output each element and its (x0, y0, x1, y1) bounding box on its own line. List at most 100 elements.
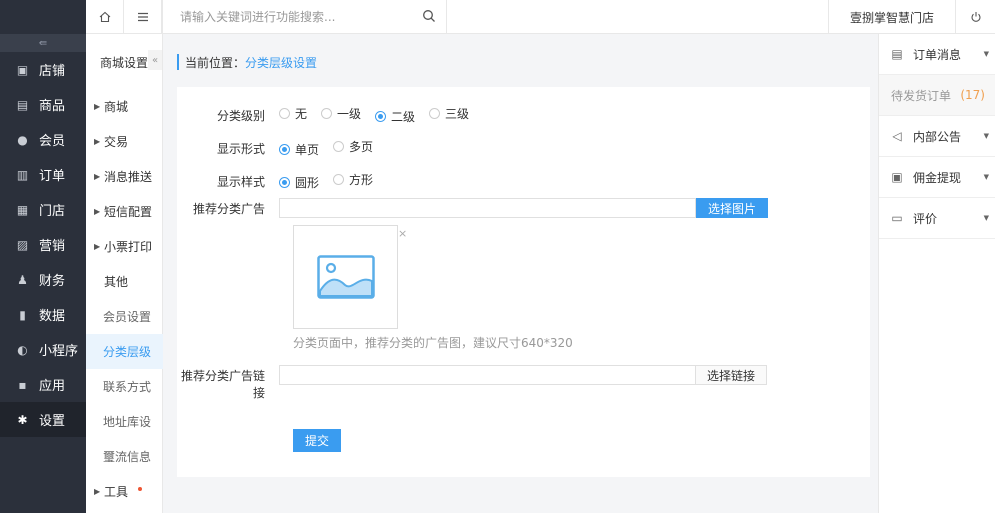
logo-area (0, 0, 86, 34)
level-label: 分类级别 (216, 108, 265, 123)
sub-nav-item[interactable]: ▶ 小票打印 (86, 229, 163, 264)
sub-nav: ▶ 商城 ▶ 交易 ▶ 消息推送 ▶ 短信配置 ▶ 小票打印 其他 会员设置 分类层级 联系方式 地址库设璽… (86, 89, 163, 509)
sub-sidebar-collapse-button[interactable]: « (148, 50, 162, 70)
caret-right-icon: ▶ (94, 102, 101, 111)
panel-item[interactable]: ▭ 评价 ▼ (879, 198, 995, 239)
sidebar-item-label: 订单 (39, 169, 66, 184)
display-form-label: 显示形式 (216, 141, 265, 156)
store-name[interactable]: 壹捌掌智慧门店 (828, 0, 956, 34)
ad-image-preview[interactable] (293, 225, 398, 329)
finance-icon: ♟ (17, 272, 28, 287)
sub-nav-label: 小票打印 (104, 240, 153, 254)
sub-nav-item[interactable]: 联系方式 (86, 369, 163, 404)
marketing-icon: ▨ (16, 237, 29, 252)
sub-nav-item[interactable]: ▶ 短信配置 (86, 194, 163, 229)
chevron-down-icon: ▼ (983, 173, 989, 181)
panel-item[interactable]: ◁ 内部公告 ▼ (879, 116, 995, 157)
sub-nav-item[interactable]: 璽流信息 (86, 439, 163, 474)
order-message-icon: ▤ (891, 47, 903, 61)
breadcrumb-current[interactable]: 分类层级设置 (245, 54, 317, 71)
radio-circle-icon (321, 108, 333, 119)
order-icon: ▥ (16, 167, 29, 182)
sidebar-item-data[interactable]: ▮ 数据 (0, 297, 86, 332)
sub-nav-label: 会员设置 (103, 310, 152, 324)
display-style-radio[interactable]: 方形 (333, 171, 373, 188)
sidebar-item-label: 会员 (39, 134, 66, 149)
radio-circle-icon (333, 141, 345, 152)
sidebar-item-label: 应用 (39, 379, 66, 394)
panel-item[interactable]: ▣ 佣金提现 ▼ (879, 157, 995, 198)
display-style-radio[interactable]: 圆形 (279, 174, 319, 191)
pending-orders-item[interactable]: 待发货订单 (17) (879, 75, 995, 116)
display-form-radio[interactable]: 单页 (279, 141, 319, 158)
caret-right-icon: ▶ (94, 172, 101, 181)
announcement-icon: ◁ (892, 129, 902, 143)
sidebar-item-miniprogram[interactable]: ◐ 小程序 (0, 332, 86, 367)
sub-nav-label: 工具 (104, 485, 129, 499)
sidebar-item-store[interactable]: ▣ 店铺 (0, 52, 86, 87)
shop-icon: ▦ (16, 202, 29, 217)
member-icon: ● (17, 132, 28, 147)
commission-icon: ▣ (891, 170, 903, 184)
panel-item-label: 内部公告 (913, 129, 962, 144)
sidebar-item-goods[interactable]: ▤ 商品 (0, 87, 86, 122)
sub-nav-label: 短信配置 (104, 205, 153, 219)
sub-nav-item[interactable]: 会员设置 (86, 299, 163, 334)
panel-item-label: 订单消息 (913, 47, 962, 62)
sub-nav-item[interactable]: ▶ 工具 (86, 474, 163, 509)
sub-nav-item[interactable]: 分类层级 (86, 334, 163, 369)
ad-link-input[interactable] (279, 365, 696, 385)
miniprogram-icon: ◐ (17, 342, 28, 357)
sub-nav-item[interactable]: ▶ 交易 (86, 124, 163, 159)
sidebar-item-order[interactable]: ▥ 订单 (0, 157, 86, 192)
level-radio[interactable]: 三级 (429, 105, 469, 122)
power-icon (970, 12, 981, 22)
panel-item-label: 评价 (913, 211, 938, 226)
sub-nav-item[interactable]: 地址库设 (86, 404, 163, 439)
display-form-option-label: 单页 (295, 143, 320, 157)
store-icon: ▣ (16, 62, 29, 77)
level-radio[interactable]: 二级 (375, 108, 415, 125)
sidebar-item-member[interactable]: ● 会员 (0, 122, 86, 157)
choose-link-button[interactable]: 选择链接 (696, 365, 768, 385)
level-radio[interactable]: 一级 (321, 105, 361, 122)
search-input[interactable] (180, 10, 410, 24)
choose-image-button[interactable]: 选择图片 (696, 198, 769, 218)
level-radio[interactable]: 无 (279, 105, 307, 122)
sidebar-item-finance[interactable]: ♟ 财务 (0, 262, 86, 297)
settings-form: 分类级别 无 一级 二级 三级 显示形式 单页 多页 显示样式 圆形 方形 推荐分类广告 … (177, 87, 870, 477)
logout-button[interactable] (956, 0, 995, 34)
display-style-label: 显示样式 (216, 174, 265, 189)
caret-right-icon: ▶ (94, 207, 101, 216)
remove-image-icon[interactable]: × (398, 227, 407, 240)
sidebar-item-settings[interactable]: ✱ 设置 (0, 402, 86, 437)
apps-icon: ▪ (18, 377, 27, 392)
sidebar-collapse-button[interactable]: ⇚ (0, 34, 86, 52)
ad-image-input[interactable] (279, 198, 696, 218)
sidebar-item-marketing[interactable]: ▨ 营销 (0, 227, 86, 262)
sub-nav-item[interactable]: ▶ 商城 (86, 89, 163, 124)
panel-item[interactable]: ▤ 订单消息 ▼ (879, 34, 995, 75)
submit-button[interactable]: 提交 (293, 429, 342, 452)
display-form-radio[interactable]: 多页 (333, 138, 373, 155)
sub-nav-label: 交易 (104, 135, 129, 149)
sidebar-item-label: 商品 (39, 99, 66, 114)
panel-item-label: 佣金提现 (913, 170, 962, 185)
sidebar-item-shop[interactable]: ▦ 门店 (0, 192, 86, 227)
display-style-option-label: 圆形 (295, 176, 320, 190)
menu-button[interactable] (124, 0, 162, 34)
radio-circle-icon (429, 108, 441, 119)
search-icon[interactable] (422, 9, 436, 23)
display-style-row: 显示样式 圆形 方形 (177, 171, 387, 191)
home-button[interactable] (86, 0, 124, 34)
sub-nav-label: 地址库设 (103, 415, 152, 429)
home-icon (99, 11, 110, 23)
chevron-down-icon: ▼ (983, 214, 989, 222)
main-sidebar: ⇚ ▣ 店铺 ▤ 商品 ● 会员 ▥ 订单 ▦ 门店 ▨ 营销 ♟ 财务 ▮ 数据 ◐ 小程序 ▪ 应用 ✱ 设置 (0, 0, 86, 513)
sub-nav-item[interactable]: 其他 (86, 264, 163, 299)
sidebar-item-apps[interactable]: ▪ 应用 (0, 367, 86, 402)
sidebar-item-label: 财务 (39, 274, 66, 289)
sub-nav-label: 商城 (104, 100, 129, 114)
sub-nav-item[interactable]: ▶ 消息推送 (86, 159, 163, 194)
breadcrumb: 当前位置： 分类层级设置 (177, 54, 317, 70)
